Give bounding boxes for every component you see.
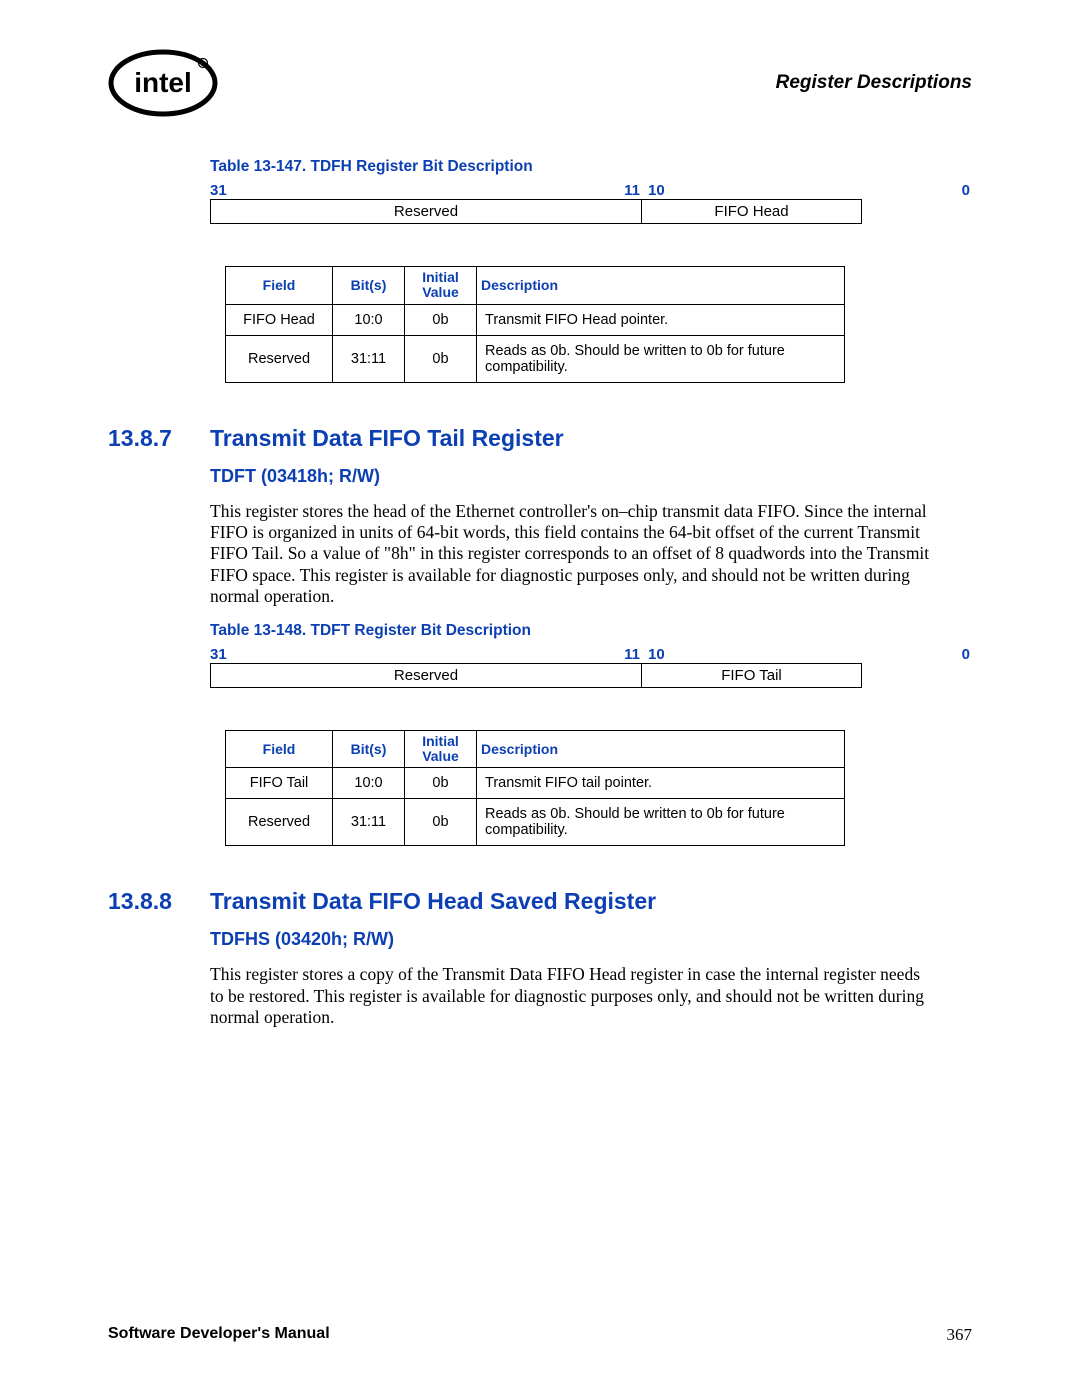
page-footer: Software Developer's Manual 367 <box>108 1325 972 1345</box>
table-147-caption: Table 13-147. TDFH Register Bit Descript… <box>210 158 972 176</box>
th-initial: InitialValue <box>405 267 477 305</box>
bit-mid2: 10 <box>640 646 673 663</box>
table-147: Field Bit(s) InitialValue Description FI… <box>225 266 845 383</box>
bit-layout-147: Reserved FIFO Head <box>210 199 862 224</box>
section-title: Transmit Data FIFO Head Saved Register <box>210 888 656 915</box>
section-1388-heading: 13.8.8 Transmit Data FIFO Head Saved Reg… <box>108 888 972 915</box>
section-title: Transmit Data FIFO Tail Register <box>210 425 564 452</box>
cell: 10:0 <box>333 768 405 799</box>
register-name-1388: TDFHS (03420h; R/W) <box>210 929 972 950</box>
bit-layout-148: Reserved FIFO Tail <box>210 663 862 688</box>
table-row: Reserved 31:11 0b Reads as 0b. Should be… <box>226 335 845 382</box>
bit-layout-left: Reserved <box>211 200 642 223</box>
bit-range-147: 31 11 10 0 <box>210 182 972 199</box>
section-number: 13.8.8 <box>108 888 210 915</box>
bit-lo: 0 <box>673 646 972 663</box>
table-148-caption: Table 13-148. TDFT Register Bit Descript… <box>210 622 972 640</box>
intel-logo: intel R <box>108 48 218 118</box>
bit-mid1: 11 <box>615 646 640 663</box>
bit-layout-right: FIFO Tail <box>642 664 861 687</box>
cell: 0b <box>405 335 477 382</box>
cell: 0b <box>405 799 477 846</box>
svg-text:R: R <box>201 62 206 68</box>
bit-range-148: 31 11 10 0 <box>210 646 972 663</box>
page-number: 367 <box>947 1325 973 1345</box>
cell: 10:0 <box>333 304 405 335</box>
cell: FIFO Head <box>226 304 333 335</box>
cell: Transmit FIFO Head pointer. <box>477 304 845 335</box>
th-field: Field <box>226 730 333 768</box>
cell: Reserved <box>226 799 333 846</box>
cell: FIFO Tail <box>226 768 333 799</box>
svg-text:intel: intel <box>134 67 192 98</box>
th-bits: Bit(s) <box>333 730 405 768</box>
section-1387-heading: 13.8.7 Transmit Data FIFO Tail Register <box>108 425 972 452</box>
body-1387: This register stores the head of the Eth… <box>210 501 930 608</box>
th-field: Field <box>226 267 333 305</box>
page: intel R Register Descriptions Table 13-1… <box>0 0 1080 1397</box>
table-header-row: Field Bit(s) InitialValue Description <box>226 267 845 305</box>
table-row: FIFO Tail 10:0 0b Transmit FIFO tail poi… <box>226 768 845 799</box>
page-header: intel R Register Descriptions <box>108 48 972 118</box>
cell: 0b <box>405 768 477 799</box>
cell: 31:11 <box>333 335 405 382</box>
th-initial: InitialValue <box>405 730 477 768</box>
table-header-row: Field Bit(s) InitialValue Description <box>226 730 845 768</box>
cell: 31:11 <box>333 799 405 846</box>
header-title: Register Descriptions <box>776 72 972 94</box>
table-148: Field Bit(s) InitialValue Description FI… <box>225 730 845 847</box>
bit-layout-left: Reserved <box>211 664 642 687</box>
content: Table 13-147. TDFH Register Bit Descript… <box>108 158 972 1028</box>
bit-layout-right: FIFO Head <box>642 200 861 223</box>
th-bits: Bit(s) <box>333 267 405 305</box>
bit-lo: 0 <box>673 182 972 199</box>
th-desc: Description <box>477 267 845 305</box>
bit-mid1: 11 <box>615 182 640 199</box>
register-name-1387: TDFT (03418h; R/W) <box>210 466 972 487</box>
cell: Reads as 0b. Should be written to 0b for… <box>477 335 845 382</box>
th-desc: Description <box>477 730 845 768</box>
table-row: Reserved 31:11 0b Reads as 0b. Should be… <box>226 799 845 846</box>
table-row: FIFO Head 10:0 0b Transmit FIFO Head poi… <box>226 304 845 335</box>
bit-hi: 31 <box>210 182 615 199</box>
footer-title: Software Developer's Manual <box>108 1325 330 1345</box>
section-number: 13.8.7 <box>108 425 210 452</box>
bit-mid2: 10 <box>640 182 673 199</box>
cell: 0b <box>405 304 477 335</box>
cell: Reads as 0b. Should be written to 0b for… <box>477 799 845 846</box>
bit-hi: 31 <box>210 646 615 663</box>
cell: Reserved <box>226 335 333 382</box>
cell: Transmit FIFO tail pointer. <box>477 768 845 799</box>
body-1388: This register stores a copy of the Trans… <box>210 964 930 1028</box>
